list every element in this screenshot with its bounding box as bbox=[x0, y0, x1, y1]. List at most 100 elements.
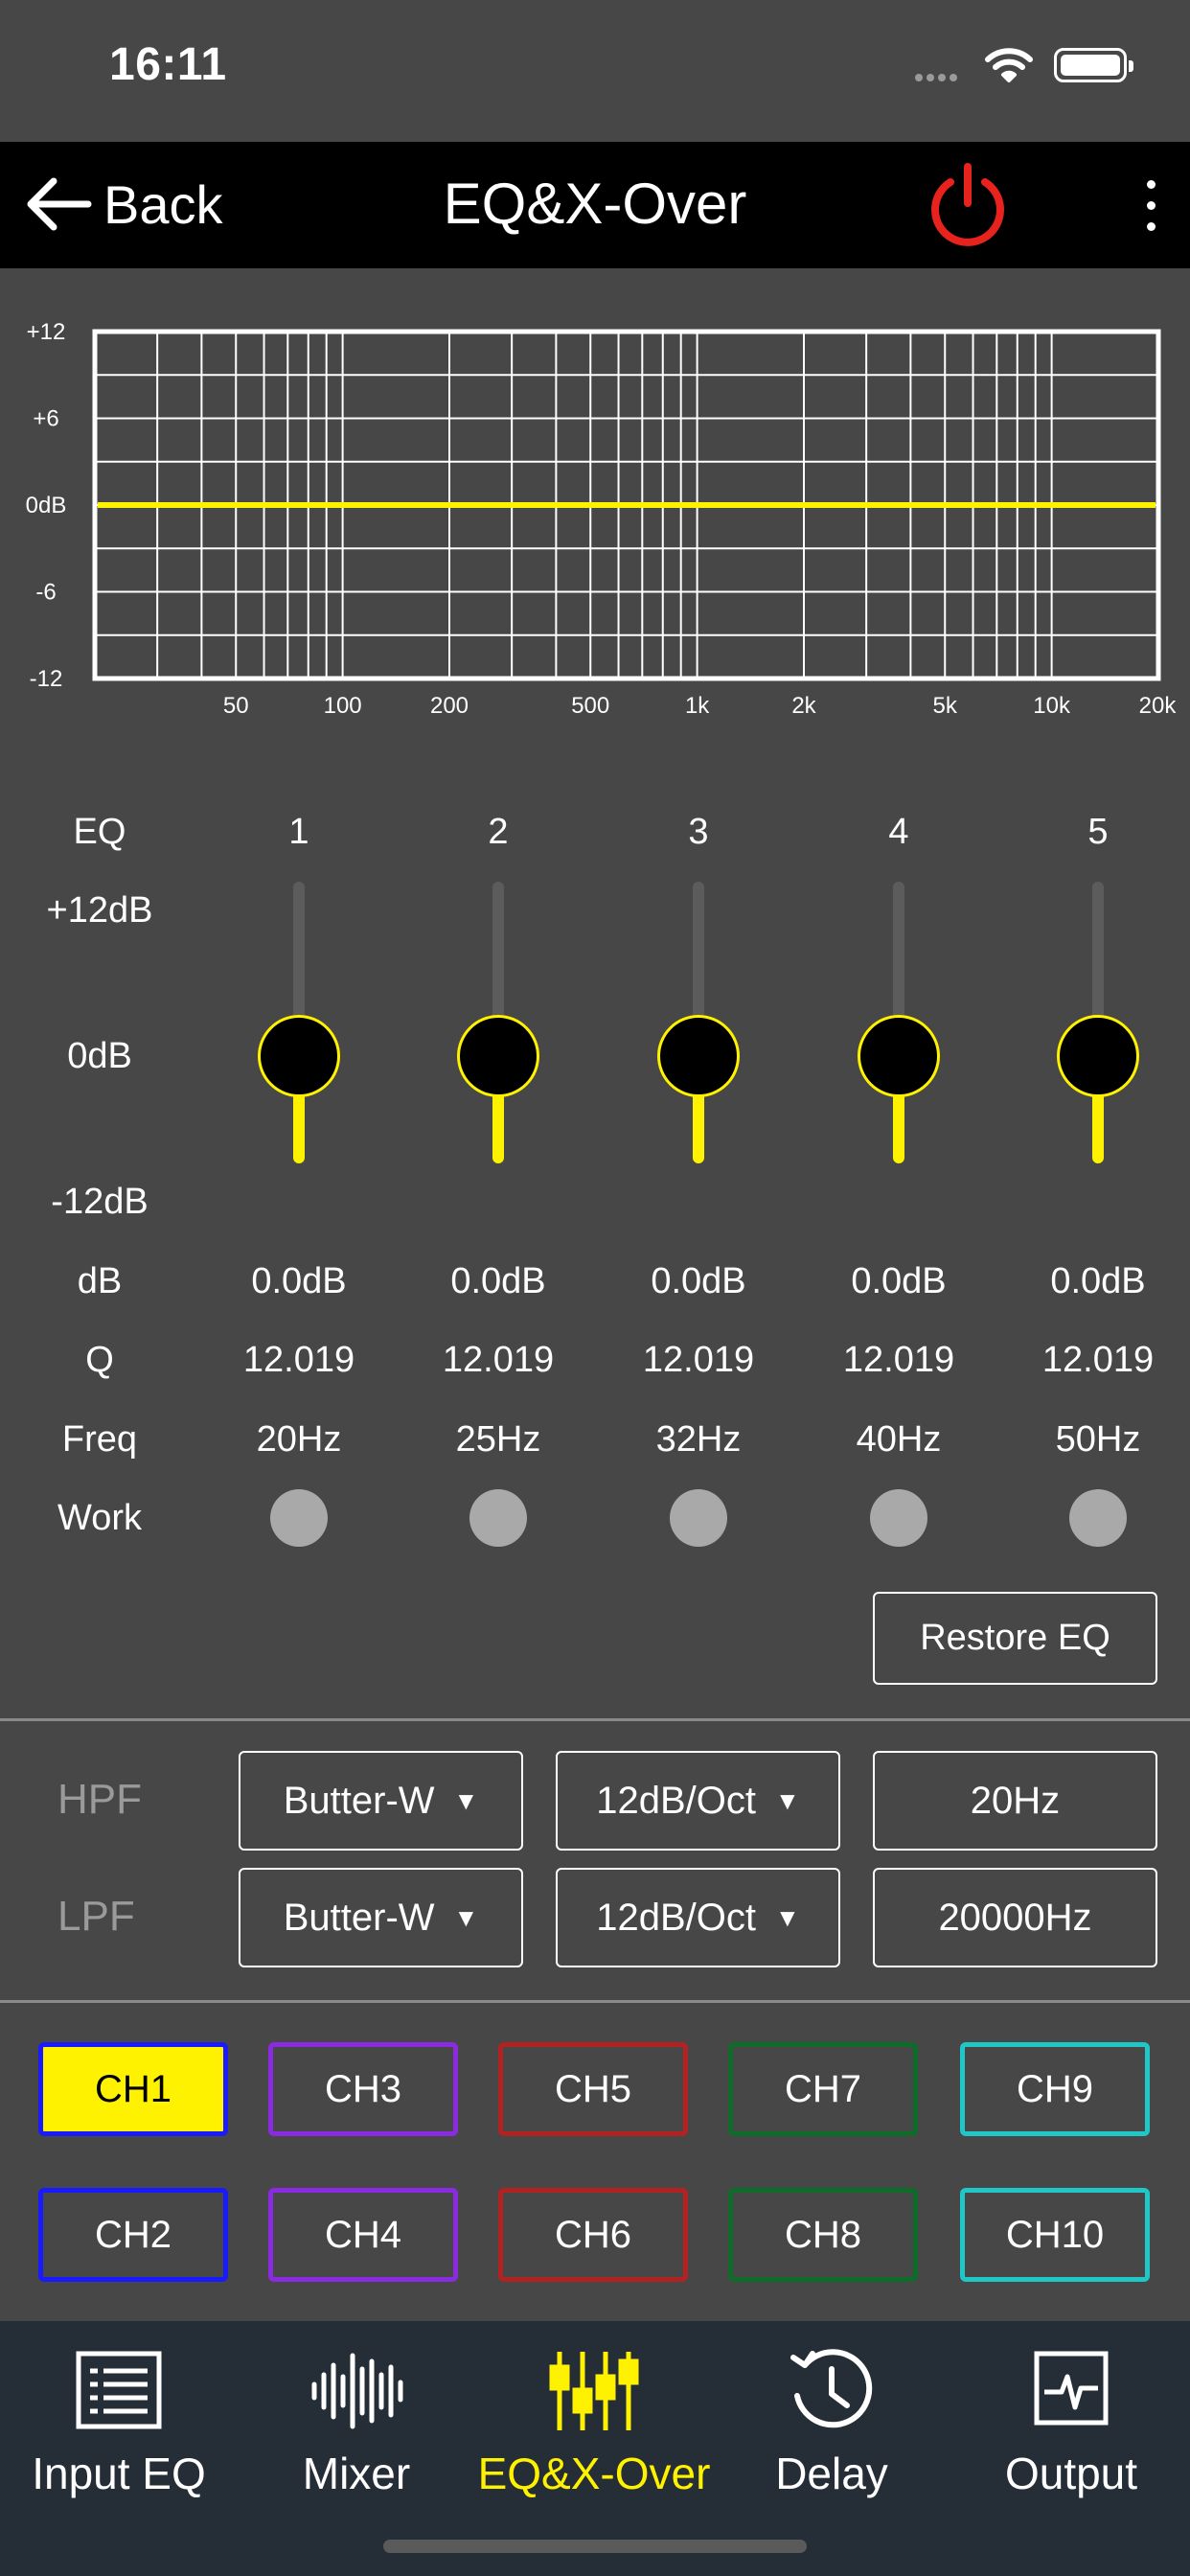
divider bbox=[0, 1718, 1190, 1721]
hpf-type-value: Butter-W bbox=[283, 1779, 435, 1822]
hpf-type-select[interactable]: Butter-W ▼ bbox=[239, 1751, 523, 1851]
tab-label: Output bbox=[1004, 2449, 1138, 2498]
band-number: 1 bbox=[288, 812, 309, 852]
q-row-label: Q bbox=[85, 1340, 114, 1380]
gain-slider-knob[interactable] bbox=[858, 1015, 940, 1097]
tab-mixer[interactable]: Mixer bbox=[238, 2348, 475, 2499]
band-gain-value[interactable]: 0.0dB bbox=[412, 1261, 584, 1302]
channel-button-ch7[interactable]: CH7 bbox=[728, 2042, 918, 2136]
x-tick-label: 20k bbox=[1139, 693, 1178, 719]
band-freq-value[interactable]: 40Hz bbox=[812, 1419, 985, 1460]
y-tick-label: +6 bbox=[33, 406, 58, 432]
band-work-toggle[interactable] bbox=[870, 1489, 927, 1547]
lpf-slope-select[interactable]: 12dB/Oct ▼ bbox=[556, 1868, 840, 1967]
tab-label: Input EQ bbox=[32, 2449, 206, 2498]
work-row-label: Work bbox=[57, 1498, 142, 1538]
battery-icon bbox=[1054, 48, 1133, 82]
channel-button-ch9[interactable]: CH9 bbox=[960, 2042, 1150, 2136]
tab-label: Mixer bbox=[302, 2449, 411, 2498]
band-freq-value[interactable]: 50Hz bbox=[1012, 1419, 1184, 1460]
hpf-slope-value: 12dB/Oct bbox=[596, 1779, 757, 1822]
hpf-freq-value: 20Hz bbox=[970, 1779, 1061, 1822]
band-freq-value[interactable]: 20Hz bbox=[213, 1419, 385, 1460]
lpf-freq-value: 20000Hz bbox=[938, 1896, 1092, 1939]
status-time: 16:11 bbox=[109, 39, 227, 90]
lpf-slope-value: 12dB/Oct bbox=[596, 1896, 757, 1939]
dropdown-caret-icon: ▼ bbox=[453, 1902, 479, 1932]
max-gain-label: +12dB bbox=[46, 890, 153, 931]
db-row-label: dB bbox=[77, 1261, 123, 1301]
status-bar: 16:11 bbox=[0, 0, 1190, 142]
x-tick-label: 200 bbox=[430, 693, 469, 719]
freq-row-label: Freq bbox=[61, 1419, 138, 1460]
band-q-value[interactable]: 12.019 bbox=[612, 1340, 785, 1381]
band-number: 5 bbox=[1087, 812, 1109, 852]
gain-slider-knob[interactable] bbox=[258, 1015, 340, 1097]
sliders-icon bbox=[549, 2352, 639, 2430]
output-icon bbox=[1034, 2351, 1109, 2426]
band-q-value[interactable]: 12.019 bbox=[812, 1340, 985, 1381]
hpf-slope-select[interactable]: 12dB/Oct ▼ bbox=[556, 1751, 840, 1851]
band-number: 3 bbox=[688, 812, 709, 852]
band-freq-value[interactable]: 32Hz bbox=[612, 1419, 785, 1460]
gain-slider-knob[interactable] bbox=[657, 1015, 740, 1097]
tab-label: Delay bbox=[775, 2449, 888, 2498]
y-tick-label: -12 bbox=[30, 666, 63, 692]
band-freq-value[interactable]: 25Hz bbox=[412, 1419, 584, 1460]
channel-button-ch2[interactable]: CH2 bbox=[38, 2188, 228, 2282]
lpf-type-select[interactable]: Butter-W ▼ bbox=[239, 1868, 523, 1967]
title-bar: Back EQ&X-Over bbox=[0, 142, 1190, 268]
hpf-freq-field[interactable]: 20Hz bbox=[873, 1751, 1157, 1851]
band-q-value[interactable]: 12.019 bbox=[213, 1340, 385, 1381]
band-work-toggle[interactable] bbox=[670, 1489, 727, 1547]
y-tick-label: 0dB bbox=[26, 493, 67, 518]
home-indicator bbox=[383, 2540, 807, 2553]
more-options-button[interactable] bbox=[1136, 180, 1165, 238]
zero-gain-label: 0dB bbox=[67, 1036, 132, 1076]
hpf-label: HPF bbox=[57, 1776, 142, 1823]
channel-button-ch8[interactable]: CH8 bbox=[728, 2188, 918, 2282]
band-work-toggle[interactable] bbox=[1069, 1489, 1127, 1547]
restore-eq-button[interactable]: Restore EQ bbox=[873, 1592, 1157, 1685]
tab-delay[interactable]: Delay bbox=[713, 2348, 950, 2499]
band-gain-value[interactable]: 0.0dB bbox=[1012, 1261, 1184, 1302]
power-button[interactable] bbox=[922, 159, 1014, 251]
gain-slider-knob[interactable] bbox=[457, 1015, 539, 1097]
channel-button-ch10[interactable]: CH10 bbox=[960, 2188, 1150, 2282]
lpf-freq-field[interactable]: 20000Hz bbox=[873, 1868, 1157, 1967]
tab-output[interactable]: Output bbox=[952, 2348, 1190, 2499]
channel-button-ch3[interactable]: CH3 bbox=[268, 2042, 458, 2136]
eq-header-label: EQ bbox=[73, 812, 126, 852]
eq-bands-section: EQ +12dB 0dB -12dB dB Q Freq Work 1 0.0d… bbox=[0, 795, 1190, 1562]
band-work-toggle[interactable] bbox=[469, 1489, 527, 1547]
y-tick-label: +12 bbox=[27, 319, 66, 345]
wifi-icon bbox=[985, 48, 1033, 82]
tab-label: EQ&X-Over bbox=[477, 2449, 711, 2498]
eq-response-graph: +12 +6 0dB -6 -12 50 100 200 500 1k 2k 5k 10k 20k bbox=[26, 319, 1178, 719]
band-q-value[interactable]: 12.019 bbox=[1012, 1340, 1184, 1381]
band-gain-value[interactable]: 0.0dB bbox=[612, 1261, 785, 1302]
waveform-icon bbox=[311, 2353, 403, 2429]
band-q-value[interactable]: 12.019 bbox=[412, 1340, 584, 1381]
band-number: 2 bbox=[488, 812, 509, 852]
band-gain-value[interactable]: 0.0dB bbox=[213, 1261, 385, 1302]
tab-input-eq[interactable]: Input EQ bbox=[0, 2348, 238, 2499]
bottom-tab-bar: Input EQ Mixer EQ&X-Over Delay Output bbox=[0, 2321, 1190, 2576]
x-tick-label: 500 bbox=[571, 693, 609, 719]
channel-button-ch1[interactable]: CH1 bbox=[38, 2042, 228, 2136]
dropdown-caret-icon: ▼ bbox=[775, 1785, 800, 1815]
band-work-toggle[interactable] bbox=[270, 1489, 328, 1547]
x-tick-label: 50 bbox=[223, 693, 249, 719]
signal-icon bbox=[915, 69, 961, 86]
channel-button-ch4[interactable]: CH4 bbox=[268, 2188, 458, 2282]
divider bbox=[0, 2000, 1190, 2003]
clock-icon bbox=[790, 2349, 873, 2428]
channel-button-ch6[interactable]: CH6 bbox=[498, 2188, 688, 2282]
band-gain-value[interactable]: 0.0dB bbox=[812, 1261, 985, 1302]
x-tick-label: 5k bbox=[933, 693, 958, 719]
x-tick-label: 1k bbox=[685, 693, 710, 719]
channel-button-ch5[interactable]: CH5 bbox=[498, 2042, 688, 2136]
tab-eq-x-over[interactable]: EQ&X-Over bbox=[475, 2348, 713, 2499]
gain-slider-knob[interactable] bbox=[1057, 1015, 1139, 1097]
dropdown-caret-icon: ▼ bbox=[453, 1785, 479, 1815]
